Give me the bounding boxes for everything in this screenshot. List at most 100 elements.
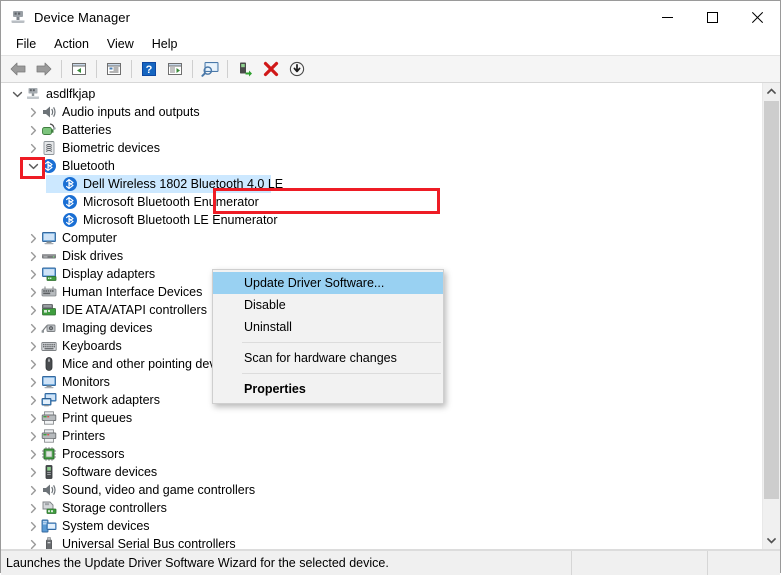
tree-row[interactable]: Processors bbox=[1, 445, 762, 463]
tree-row-label: Software devices bbox=[62, 465, 158, 479]
tree-row-label: Audio inputs and outputs bbox=[62, 105, 200, 119]
scan-for-hardware-changes-icon[interactable] bbox=[198, 58, 222, 80]
device-manager-icon bbox=[9, 8, 27, 26]
ide-controller-icon bbox=[41, 302, 57, 318]
chevron-right-icon[interactable] bbox=[25, 301, 41, 319]
tree-row[interactable]: Bluetooth bbox=[1, 157, 762, 175]
tree-row-label: Sound, video and game controllers bbox=[62, 483, 256, 497]
chevron-right-icon[interactable] bbox=[25, 319, 41, 337]
processor-icon bbox=[41, 446, 57, 462]
chevron-right-icon[interactable] bbox=[25, 355, 41, 373]
menu-view[interactable]: View bbox=[98, 35, 143, 53]
chevron-right-icon[interactable] bbox=[25, 247, 41, 265]
chevron-right-icon[interactable] bbox=[25, 337, 41, 355]
bluetooth-icon bbox=[62, 212, 78, 228]
tree-row-label: Storage controllers bbox=[62, 501, 167, 515]
context-menu-item[interactable]: Disable bbox=[213, 294, 443, 316]
chevron-right-icon[interactable] bbox=[25, 499, 41, 517]
enable-device-icon[interactable] bbox=[233, 58, 257, 80]
chevron-right-icon[interactable] bbox=[25, 283, 41, 301]
chevron-right-icon[interactable] bbox=[25, 427, 41, 445]
tree-row[interactable]: Universal Serial Bus controllers bbox=[1, 535, 762, 549]
tree-row[interactable]: Software devices bbox=[1, 463, 762, 481]
menu-bar: File Action View Help bbox=[1, 33, 780, 55]
menu-action[interactable]: Action bbox=[45, 35, 98, 53]
show-hidden-devices-icon[interactable] bbox=[67, 58, 91, 80]
camera-icon bbox=[41, 320, 57, 336]
tree-row-label: Processors bbox=[62, 447, 125, 461]
context-menu-item[interactable]: Update Driver Software... bbox=[213, 272, 443, 294]
disk-icon bbox=[41, 248, 57, 264]
toolbar-separator bbox=[61, 60, 62, 78]
context-menu-item[interactable]: Scan for hardware changes bbox=[213, 347, 443, 369]
menu-help[interactable]: Help bbox=[143, 35, 187, 53]
speaker-icon bbox=[41, 104, 57, 120]
tree-row[interactable]: Sound, video and game controllers bbox=[1, 481, 762, 499]
chevron-right-icon[interactable] bbox=[25, 409, 41, 427]
uninstall-device-icon[interactable] bbox=[259, 58, 283, 80]
toolbar-separator bbox=[131, 60, 132, 78]
chevron-right-icon[interactable] bbox=[25, 229, 41, 247]
caption-buttons bbox=[645, 1, 780, 33]
back-icon[interactable] bbox=[6, 58, 30, 80]
chevron-right-icon[interactable] bbox=[25, 265, 41, 283]
chevron-down-icon[interactable] bbox=[9, 85, 25, 103]
context-menu-item[interactable]: Properties bbox=[213, 378, 443, 400]
vertical-scrollbar[interactable] bbox=[762, 83, 780, 549]
tree-row-label: asdlfkjap bbox=[46, 87, 96, 101]
tree-row[interactable]: asdlfkjap bbox=[1, 85, 762, 103]
tree-row[interactable]: System devices bbox=[1, 517, 762, 535]
tree-row[interactable]: Biometric devices bbox=[1, 139, 762, 157]
disable-device-icon[interactable] bbox=[285, 58, 309, 80]
chevron-right-icon[interactable] bbox=[25, 139, 41, 157]
scroll-up-arrow-icon[interactable] bbox=[763, 83, 780, 100]
toolbar: ? bbox=[1, 55, 780, 83]
tree-row-label: Network adapters bbox=[62, 393, 160, 407]
chevron-right-icon[interactable] bbox=[25, 463, 41, 481]
chevron-right-icon[interactable] bbox=[25, 535, 41, 549]
tree-row[interactable]: Printers bbox=[1, 427, 762, 445]
tree-row[interactable]: Computer bbox=[1, 229, 762, 247]
minimize-icon[interactable] bbox=[645, 1, 690, 33]
close-icon[interactable] bbox=[735, 1, 780, 33]
chevron-right-icon[interactable] bbox=[25, 103, 41, 121]
computer-icon bbox=[25, 86, 41, 102]
tree-row-label: Biometric devices bbox=[62, 141, 160, 155]
context-menu-separator bbox=[242, 342, 441, 343]
device-manager-window: Device Manager File Action View Help ? a… bbox=[0, 0, 781, 575]
context-menu[interactable]: Update Driver Software... Disable Uninstal… bbox=[212, 269, 444, 404]
maximize-icon[interactable] bbox=[690, 1, 735, 33]
properties-icon[interactable] bbox=[102, 58, 126, 80]
chevron-right-icon[interactable] bbox=[25, 391, 41, 409]
context-menu-item[interactable]: Uninstall bbox=[213, 316, 443, 338]
title-bar: Device Manager bbox=[1, 1, 780, 33]
menu-file[interactable]: File bbox=[7, 35, 45, 53]
window-title: Device Manager bbox=[34, 9, 131, 25]
scrollbar-thumb[interactable] bbox=[764, 101, 779, 499]
network-adapter-icon bbox=[41, 392, 57, 408]
chevron-right-icon[interactable] bbox=[25, 373, 41, 391]
status-message: Launches the Update Driver Software Wiza… bbox=[1, 551, 572, 575]
tree-row-label: Universal Serial Bus controllers bbox=[62, 537, 236, 549]
tree-row[interactable]: Audio inputs and outputs bbox=[1, 103, 762, 121]
bluetooth-icon bbox=[62, 194, 78, 210]
scroll-down-arrow-icon[interactable] bbox=[763, 532, 780, 549]
tree-row[interactable]: Batteries bbox=[1, 121, 762, 139]
help-icon[interactable]: ? bbox=[137, 58, 161, 80]
update-driver-icon[interactable] bbox=[163, 58, 187, 80]
tree-row-label: Monitors bbox=[62, 375, 110, 389]
keyboard-icon bbox=[41, 338, 57, 354]
usb-icon bbox=[41, 536, 57, 549]
tree-row[interactable]: Print queues bbox=[1, 409, 762, 427]
tree-row[interactable]: Storage controllers bbox=[1, 499, 762, 517]
tree-row[interactable]: Disk drives bbox=[1, 247, 762, 265]
chevron-right-icon[interactable] bbox=[25, 517, 41, 535]
hid-icon bbox=[41, 284, 57, 300]
chevron-right-icon[interactable] bbox=[25, 481, 41, 499]
toolbar-separator bbox=[227, 60, 228, 78]
chevron-right-icon[interactable] bbox=[25, 445, 41, 463]
forward-icon[interactable] bbox=[32, 58, 56, 80]
chevron-right-icon[interactable] bbox=[25, 121, 41, 139]
toolbar-separator bbox=[96, 60, 97, 78]
